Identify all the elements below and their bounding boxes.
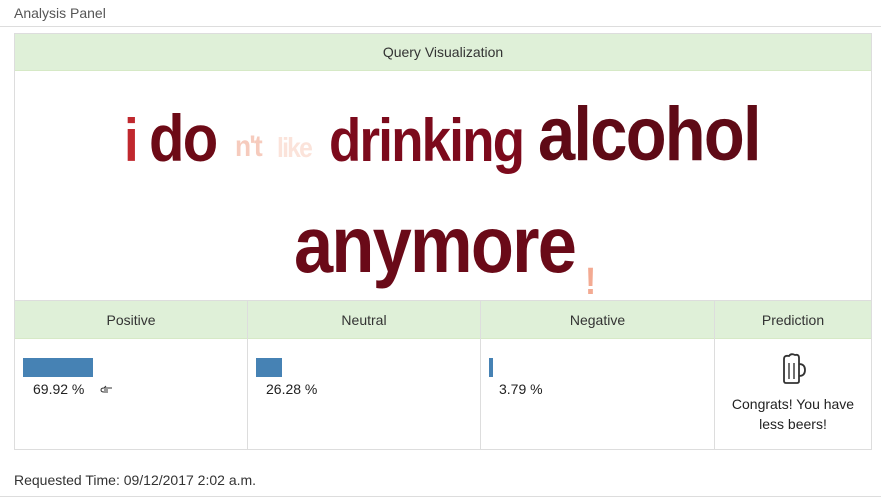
negative-column: Negative 3.79 % [481, 301, 715, 450]
neutral-header: Neutral [248, 301, 480, 339]
word-cloud: i do n't like drinking alcohol anymore ! [15, 71, 871, 303]
beer-mug-icon [715, 353, 871, 390]
positive-column: Positive 69.92 % [15, 301, 248, 450]
neutral-percent: 26.28 % [266, 381, 318, 397]
word-anymore: anymore [294, 200, 577, 289]
positive-header: Positive [15, 301, 247, 339]
word-do: do [149, 101, 218, 175]
word-exclamation: ! [585, 261, 596, 303]
word-drinking: drinking [329, 107, 525, 174]
positive-percent: 69.92 % [33, 381, 85, 397]
panel-title: Analysis Panel [14, 5, 106, 21]
prediction-column: Prediction Congrats! You have less beers! [715, 301, 871, 450]
word-alcohol: alcohol [538, 92, 762, 177]
panel-header: Analysis Panel [0, 0, 881, 27]
query-visualization-box: Query Visualization i do n't like drinki… [14, 33, 872, 450]
negative-bar [489, 358, 493, 377]
requested-time: Requested Time: 09/12/2017 2:02 a.m. [14, 472, 257, 488]
negative-header: Negative [481, 301, 714, 339]
sentiment-table: Positive 69.92 % Neutral 26.28 % Negativ… [15, 300, 871, 450]
positive-bar [23, 358, 93, 377]
word-like: like [277, 132, 313, 163]
word-i: i [124, 107, 139, 174]
word-nt: n't [235, 130, 263, 163]
pointing-hand-icon [99, 381, 113, 396]
footer-divider [0, 496, 881, 497]
negative-percent: 3.79 % [499, 381, 543, 397]
prediction-header: Prediction [715, 301, 871, 339]
neutral-bar [256, 358, 282, 377]
prediction-text: Congrats! You have less beers! [731, 396, 855, 432]
query-visualization-header: Query Visualization [15, 34, 871, 71]
neutral-column: Neutral 26.28 % [248, 301, 481, 450]
